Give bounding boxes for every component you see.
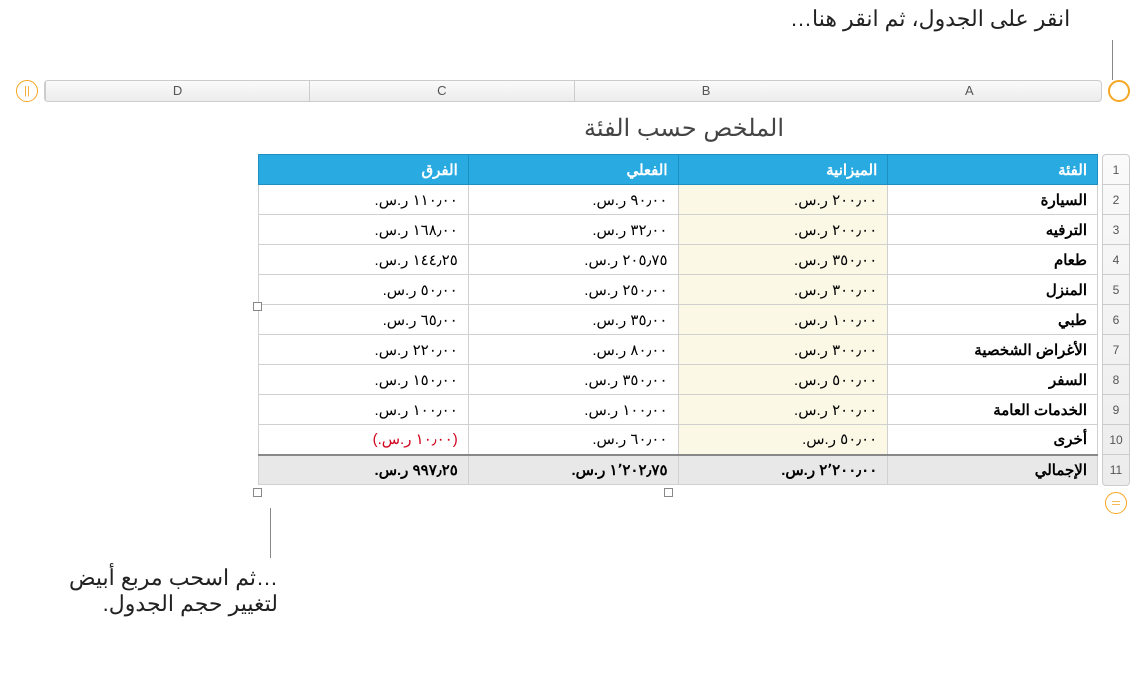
total-act[interactable]: ١٬٢٠٢٫٧٥ ر.س.	[468, 455, 678, 485]
cell-bud[interactable]: ٢٠٠٫٠٠ ر.س.	[678, 185, 888, 215]
cell-act[interactable]: ٩٠٫٠٠ ر.س.	[468, 185, 678, 215]
col-header-d[interactable]: D	[45, 81, 309, 101]
row-header-9[interactable]: 9	[1103, 395, 1129, 425]
cell-bud[interactable]: ١٠٠٫٠٠ ر.س.	[678, 305, 888, 335]
col-header-a[interactable]: A	[838, 81, 1101, 101]
total-diff[interactable]: ٩٩٧٫٢٥ ر.س.	[259, 455, 469, 485]
cell-bud[interactable]: ٥٠٠٫٠٠ ر.س.	[678, 365, 888, 395]
row-header-6[interactable]: 6	[1103, 305, 1129, 335]
cell-bud[interactable]: ٣٠٠٫٠٠ ر.س.	[678, 335, 888, 365]
table-title[interactable]: الملخص حسب الفئة	[266, 114, 1102, 143]
row-header-4[interactable]: 4	[1103, 245, 1129, 275]
add-row-handle[interactable]: ＝	[1105, 492, 1127, 514]
cell-bud[interactable]: ٣٥٠٫٠٠ ر.س.	[678, 245, 888, 275]
hdr-actual[interactable]: الفعلي	[468, 155, 678, 185]
row-header-3[interactable]: 3	[1103, 215, 1129, 245]
total-bud[interactable]: ٢٬٢٠٠٫٠٠ ر.س.	[678, 455, 888, 485]
add-column-handle[interactable]: ||	[16, 80, 38, 102]
callout-top-leader	[1112, 40, 1113, 80]
table-row[interactable]: طعام٣٥٠٫٠٠ ر.س.٢٠٥٫٧٥ ر.س.١٤٤٫٢٥ ر.س.	[259, 245, 1098, 275]
table-row[interactable]: الترفيه٢٠٠٫٠٠ ر.س.٣٢٫٠٠ ر.س.١٦٨٫٠٠ ر.س.	[259, 215, 1098, 245]
row-header-2[interactable]: 2	[1103, 185, 1129, 215]
cell-act[interactable]: ٣٥٫٠٠ ر.س.	[468, 305, 678, 335]
cell-cat[interactable]: السيارة	[888, 185, 1098, 215]
resize-handle-corner[interactable]	[253, 488, 262, 497]
cell-diff[interactable]: ١٤٤٫٢٥ ر.س.	[259, 245, 469, 275]
cell-cat[interactable]: طبي	[888, 305, 1098, 335]
cell-diff[interactable]: ٥٠٫٠٠ ر.س.	[259, 275, 469, 305]
column-headers[interactable]: A B C D	[44, 80, 1102, 102]
cell-act[interactable]: ٢٠٥٫٧٥ ر.س.	[468, 245, 678, 275]
hdr-budget[interactable]: الميزانية	[678, 155, 888, 185]
cell-cat[interactable]: الأغراض الشخصية	[888, 335, 1098, 365]
cell-bud[interactable]: ٣٠٠٫٠٠ ر.س.	[678, 275, 888, 305]
cell-cat[interactable]: أخرى	[888, 425, 1098, 455]
row-headers[interactable]: 1234567891011	[1102, 154, 1130, 486]
hdr-difference[interactable]: الفرق	[259, 155, 469, 185]
cell-cat[interactable]: السفر	[888, 365, 1098, 395]
cell-cat[interactable]: المنزل	[888, 275, 1098, 305]
row-header-11[interactable]: 11	[1103, 455, 1129, 485]
cell-act[interactable]: ٣٥٠٫٠٠ ر.س.	[468, 365, 678, 395]
cell-bud[interactable]: ٥٠٫٠٠ ر.س.	[678, 425, 888, 455]
resize-handle-bottom[interactable]	[664, 488, 673, 497]
cell-diff[interactable]: ١٦٨٫٠٠ ر.س.	[259, 215, 469, 245]
row-header-10[interactable]: 10	[1103, 425, 1129, 455]
cell-diff[interactable]: ٦٥٫٠٠ ر.س.	[259, 305, 469, 335]
cell-cat[interactable]: طعام	[888, 245, 1098, 275]
hdr-category[interactable]: الفئة	[888, 155, 1098, 185]
callout-top: انقر على الجدول، ثم انقر هنا…	[790, 6, 1070, 32]
cell-act[interactable]: ٦٠٫٠٠ ر.س.	[468, 425, 678, 455]
data-table[interactable]: الفئة الميزانية الفعلي الفرق السيارة٢٠٠٫…	[258, 154, 1098, 485]
col-header-c[interactable]: C	[309, 81, 573, 101]
total-row[interactable]: الإجمالي٢٬٢٠٠٫٠٠ ر.س.١٬٢٠٢٫٧٥ ر.س.٩٩٧٫٢٥…	[259, 455, 1098, 485]
cell-diff[interactable]: (١٠٫٠٠ ر.س.)	[259, 425, 469, 455]
table-row[interactable]: السفر٥٠٠٫٠٠ ر.س.٣٥٠٫٠٠ ر.س.١٥٠٫٠٠ ر.س.	[259, 365, 1098, 395]
cell-bud[interactable]: ٢٠٠٫٠٠ ر.س.	[678, 215, 888, 245]
row-header-1[interactable]: 1	[1103, 155, 1129, 185]
cell-bud[interactable]: ٢٠٠٫٠٠ ر.س.	[678, 395, 888, 425]
cell-diff[interactable]: ١٥٠٫٠٠ ر.س.	[259, 365, 469, 395]
row-header-5[interactable]: 5	[1103, 275, 1129, 305]
total-cat[interactable]: الإجمالي	[888, 455, 1098, 485]
row-header-7[interactable]: 7	[1103, 335, 1129, 365]
table-select-handle[interactable]	[1108, 80, 1130, 102]
row-header-8[interactable]: 8	[1103, 365, 1129, 395]
cell-act[interactable]: ٢٥٠٫٠٠ ر.س.	[468, 275, 678, 305]
callout-bottom-leader	[270, 508, 271, 558]
table-row[interactable]: الخدمات العامة٢٠٠٫٠٠ ر.س.١٠٠٫٠٠ ر.س.١٠٠٫…	[259, 395, 1098, 425]
resize-handle-right[interactable]	[253, 302, 262, 311]
cell-diff[interactable]: ١٠٠٫٠٠ ر.س.	[259, 395, 469, 425]
table-row[interactable]: طبي١٠٠٫٠٠ ر.س.٣٥٫٠٠ ر.س.٦٥٫٠٠ ر.س.	[259, 305, 1098, 335]
cell-act[interactable]: ٣٢٫٠٠ ر.س.	[468, 215, 678, 245]
cell-diff[interactable]: ١١٠٫٠٠ ر.س.	[259, 185, 469, 215]
cell-cat[interactable]: الترفيه	[888, 215, 1098, 245]
table-row[interactable]: أخرى٥٠٫٠٠ ر.س.٦٠٫٠٠ ر.س.(١٠٫٠٠ ر.س.)	[259, 425, 1098, 455]
table-row[interactable]: المنزل٣٠٠٫٠٠ ر.س.٢٥٠٫٠٠ ر.س.٥٠٫٠٠ ر.س.	[259, 275, 1098, 305]
cell-act[interactable]: ١٠٠٫٠٠ ر.س.	[468, 395, 678, 425]
cell-cat[interactable]: الخدمات العامة	[888, 395, 1098, 425]
callout-bottom: …ثم اسحب مربع أبيض لتغيير حجم الجدول.	[18, 565, 278, 617]
table-row[interactable]: الأغراض الشخصية٣٠٠٫٠٠ ر.س.٨٠٫٠٠ ر.س.٢٢٠٫…	[259, 335, 1098, 365]
table-row[interactable]: السيارة٢٠٠٫٠٠ ر.س.٩٠٫٠٠ ر.س.١١٠٫٠٠ ر.س.	[259, 185, 1098, 215]
col-header-b[interactable]: B	[574, 81, 838, 101]
cell-diff[interactable]: ٢٢٠٫٠٠ ر.س.	[259, 335, 469, 365]
cell-act[interactable]: ٨٠٫٠٠ ر.س.	[468, 335, 678, 365]
header-row[interactable]: الفئة الميزانية الفعلي الفرق	[259, 155, 1098, 185]
